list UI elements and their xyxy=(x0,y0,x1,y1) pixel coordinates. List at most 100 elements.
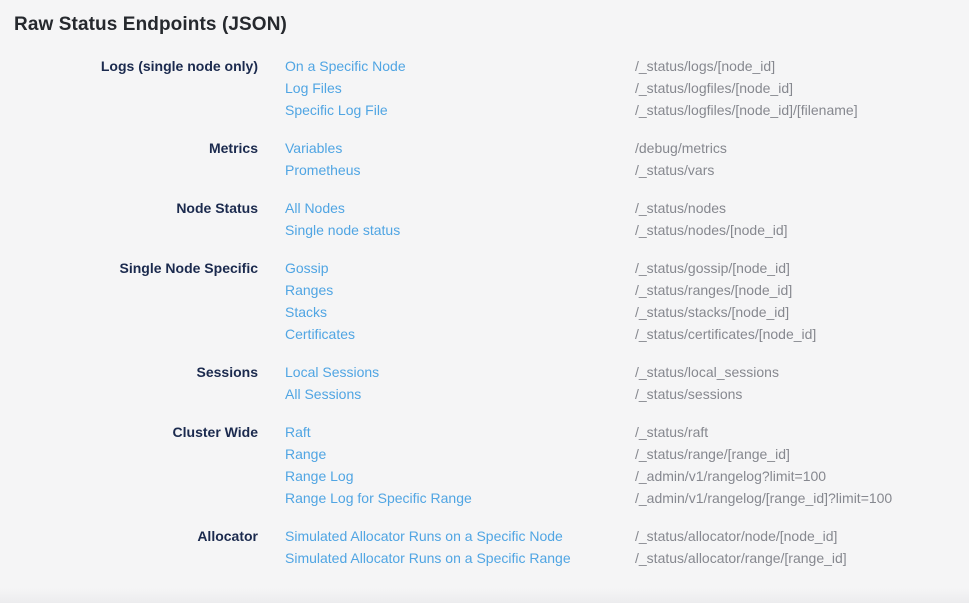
endpoint-link[interactable]: Ranges xyxy=(285,282,333,298)
endpoint-link-cell: All Sessions xyxy=(285,383,635,405)
endpoint-row: Raft /_status/raft xyxy=(285,421,969,443)
endpoint-link[interactable]: Range Log xyxy=(285,468,354,484)
endpoint-link-cell: Simulated Allocator Runs on a Specific N… xyxy=(285,525,635,547)
endpoint-row: Specific Log File /_status/logfiles/[node… xyxy=(285,99,969,121)
endpoint-link[interactable]: Simulated Allocator Runs on a Specific R… xyxy=(285,550,571,566)
group-label: Allocator xyxy=(0,525,258,547)
endpoint-link-cell: Certificates xyxy=(285,323,635,345)
endpoint-row: Range Log for Specific Range /_admin/v1/r… xyxy=(285,487,969,509)
endpoint-row: Gossip /_status/gossip/[node_id] xyxy=(285,257,969,279)
group-label: Sessions xyxy=(0,361,258,383)
endpoint-path: /_status/logfiles/[node_id]/[filename] xyxy=(635,99,858,121)
endpoint-link-cell: Range Log xyxy=(285,465,635,487)
endpoint-link[interactable]: Variables xyxy=(285,140,342,156)
endpoint-link[interactable]: Stacks xyxy=(285,304,327,320)
endpoint-row: Local Sessions /_status/local_sessions xyxy=(285,361,969,383)
endpoint-link-cell: Gossip xyxy=(285,257,635,279)
group-entries: Simulated Allocator Runs on a Specific N… xyxy=(285,525,969,569)
endpoint-link[interactable]: Prometheus xyxy=(285,162,360,178)
endpoint-path: /_admin/v1/rangelog?limit=100 xyxy=(635,465,826,487)
endpoint-path: /_status/range/[range_id] xyxy=(635,443,790,465)
group-label: Logs (single node only) xyxy=(0,55,258,77)
endpoint-link[interactable]: Range Log for Specific Range xyxy=(285,490,472,506)
endpoint-link[interactable]: All Sessions xyxy=(285,386,361,402)
endpoint-link-cell: Log Files xyxy=(285,77,635,99)
endpoint-row: Log Files /_status/logfiles/[node_id] xyxy=(285,77,969,99)
endpoint-row: Variables/debug/metrics xyxy=(285,137,969,159)
endpoint-link[interactable]: Log Files xyxy=(285,80,342,96)
endpoint-link[interactable]: Specific Log File xyxy=(285,102,388,118)
endpoint-link-cell: Stacks xyxy=(285,301,635,323)
endpoint-link-cell: All Nodes xyxy=(285,197,635,219)
endpoint-row: Simulated Allocator Runs on a Specific N… xyxy=(285,525,969,547)
group-entries: Gossip /_status/gossip/[node_id] Ranges /_s… xyxy=(285,257,969,345)
endpoint-link-cell: Simulated Allocator Runs on a Specific R… xyxy=(285,547,635,569)
endpoint-path: /_status/allocator/node/[node_id] xyxy=(635,525,837,547)
endpoint-row: Certificates /_status/certificates/[node_… xyxy=(285,323,969,345)
endpoint-path: /_status/raft xyxy=(635,421,708,443)
endpoint-path: /_status/stacks/[node_id] xyxy=(635,301,789,323)
footer-strip xyxy=(0,588,969,603)
endpoint-group: Sessions Local Sessions /_status/local_ses… xyxy=(0,361,969,405)
endpoint-row: Ranges /_status/ranges/[node_id] xyxy=(285,279,969,301)
endpoint-path: /_status/gossip/[node_id] xyxy=(635,257,790,279)
endpoint-row: Single node status /_status/nodes/[node_i… xyxy=(285,219,969,241)
endpoint-path: /_status/logfiles/[node_id] xyxy=(635,77,793,99)
endpoint-link[interactable]: On a Specific Node xyxy=(285,58,406,74)
group-entries: Raft /_status/raft Range /_status/range/[ra… xyxy=(285,421,969,509)
endpoint-link-cell: On a Specific Node xyxy=(285,55,635,77)
endpoint-link[interactable]: Local Sessions xyxy=(285,364,379,380)
endpoint-row: Simulated Allocator Runs on a Specific R… xyxy=(285,547,969,569)
endpoint-group: Node StatusAll Nodes/_status/nodesSingle… xyxy=(0,197,969,241)
raw-status-endpoints-page: Raw Status Endpoints (JSON) Logs (single… xyxy=(0,0,969,603)
endpoint-link-cell: Raft xyxy=(285,421,635,443)
endpoint-path: /_status/certificates/[node_id] xyxy=(635,323,816,345)
group-entries: Local Sessions/_status/local_sessionsAll… xyxy=(285,361,969,405)
endpoint-group: Metrics Variables/debug/metrics Prometheus… xyxy=(0,137,969,181)
endpoint-group: Logs (single node only) On a Specific Nod… xyxy=(0,55,969,121)
endpoint-link-cell: Range Log for Specific Range xyxy=(285,487,635,509)
endpoint-link[interactable]: Raft xyxy=(285,424,311,440)
group-label: Cluster Wide xyxy=(0,421,258,443)
endpoint-link-cell: Range xyxy=(285,443,635,465)
endpoint-path: /debug/metrics xyxy=(635,137,727,159)
endpoint-group: Single Node Specific Gossip /_status/gossi… xyxy=(0,257,969,345)
endpoint-link-cell: Single node status xyxy=(285,219,635,241)
endpoint-link[interactable]: All Nodes xyxy=(285,200,345,216)
endpoint-row: All Nodes /_status/nodes xyxy=(285,197,969,219)
group-entries: Variables/debug/metrics Prometheus /_statu… xyxy=(285,137,969,181)
group-label: Single Node Specific xyxy=(0,257,258,279)
group-label: Metrics xyxy=(0,137,258,159)
endpoint-link[interactable]: Simulated Allocator Runs on a Specific N… xyxy=(285,528,563,544)
endpoint-link[interactable]: Gossip xyxy=(285,260,329,276)
endpoint-row: On a Specific Node /_status/logs/[node_id… xyxy=(285,55,969,77)
endpoint-path: /_status/sessions xyxy=(635,383,742,405)
endpoint-group: Allocator Simulated Allocator Runs on a S… xyxy=(0,525,969,569)
endpoint-link-cell: Ranges xyxy=(285,279,635,301)
endpoint-path: /_status/logs/[node_id] xyxy=(635,55,775,77)
endpoint-link[interactable]: Range xyxy=(285,446,326,462)
endpoint-path: /_status/local_sessions xyxy=(635,361,779,383)
endpoint-group: Cluster Wide Raft /_status/raft Range /_stat… xyxy=(0,421,969,509)
endpoint-row: Stacks /_status/stacks/[node_id] xyxy=(285,301,969,323)
page-title: Raw Status Endpoints (JSON) xyxy=(0,0,969,36)
endpoint-link[interactable]: Single node status xyxy=(285,222,400,238)
endpoint-link-cell: Prometheus xyxy=(285,159,635,181)
endpoint-row: Range Log /_admin/v1/rangelog?limit=100 xyxy=(285,465,969,487)
endpoint-link-cell: Variables xyxy=(285,137,635,159)
endpoint-groups: Logs (single node only) On a Specific Nod… xyxy=(0,55,969,569)
group-label: Node Status xyxy=(0,197,258,219)
endpoint-path: /_status/nodes xyxy=(635,197,726,219)
endpoint-row: All Sessions /_status/sessions xyxy=(285,383,969,405)
group-entries: All Nodes/_status/nodesSingle node statu… xyxy=(285,197,969,241)
endpoint-path: /_status/allocator/range/[range_id] xyxy=(635,547,847,569)
endpoint-row: Range /_status/range/[range_id] xyxy=(285,443,969,465)
endpoint-path: /_status/ranges/[node_id] xyxy=(635,279,792,301)
endpoint-link[interactable]: Certificates xyxy=(285,326,355,342)
endpoint-path: /_admin/v1/rangelog/[range_id]?limit=100 xyxy=(635,487,892,509)
endpoint-link-cell: Specific Log File xyxy=(285,99,635,121)
group-entries: On a Specific Node /_status/logs/[node_id… xyxy=(285,55,969,121)
endpoint-path: /_status/vars xyxy=(635,159,714,181)
endpoint-link-cell: Local Sessions xyxy=(285,361,635,383)
endpoint-path: /_status/nodes/[node_id] xyxy=(635,219,788,241)
